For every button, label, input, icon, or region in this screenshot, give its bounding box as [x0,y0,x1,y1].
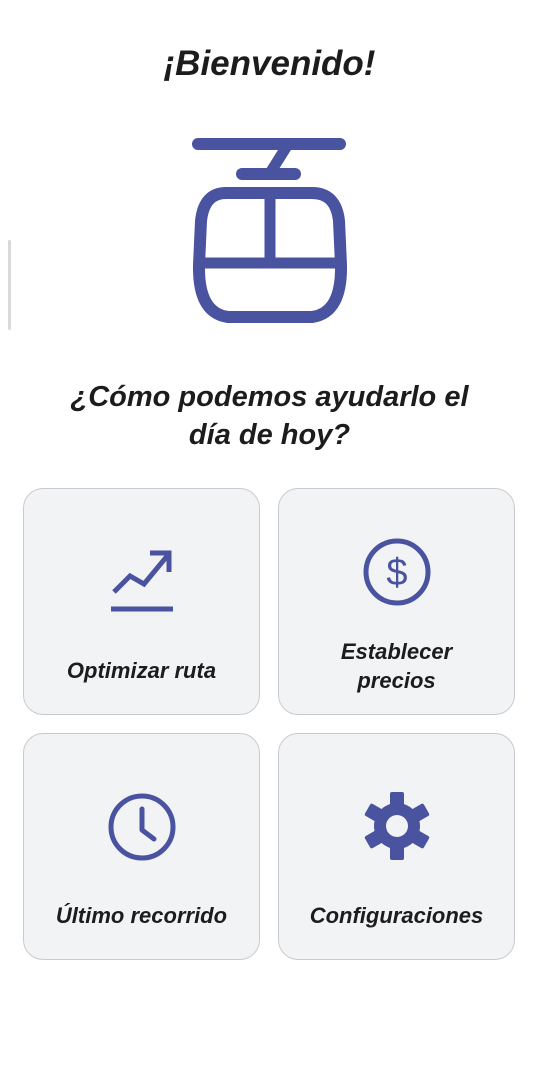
trending-up-icon [110,550,173,612]
svg-text:$: $ [386,552,407,594]
optimize-route-button[interactable]: Optimizar ruta [23,488,260,715]
clock-icon [108,793,175,861]
last-trip-button[interactable]: Último recorrido [23,733,260,960]
settings-label: Configuraciones [309,903,484,928]
help-question-line1: ¿Cómo podemos ayudarlo el [70,381,469,413]
set-prices-button[interactable]: $ Establecer precios [278,488,515,715]
set-prices-label-line2: precios [357,668,436,693]
last-trip-label: Último recorrido [55,903,228,928]
scroll-indicator[interactable] [8,240,11,330]
set-prices-label-line1: Establecer [340,639,453,664]
gear-icon [364,792,429,860]
welcome-title: ¡Bienvenido! [163,44,376,83]
dollar-circle-icon: $ [363,538,430,606]
help-question: ¿Cómo podemos ayudarlo el día de hoy? [40,378,499,454]
settings-button[interactable]: Configuraciones [278,733,515,960]
help-question-line2: día de hoy? [188,419,351,451]
cable-car-icon [192,138,348,323]
optimize-route-label: Optimizar ruta [66,658,217,683]
